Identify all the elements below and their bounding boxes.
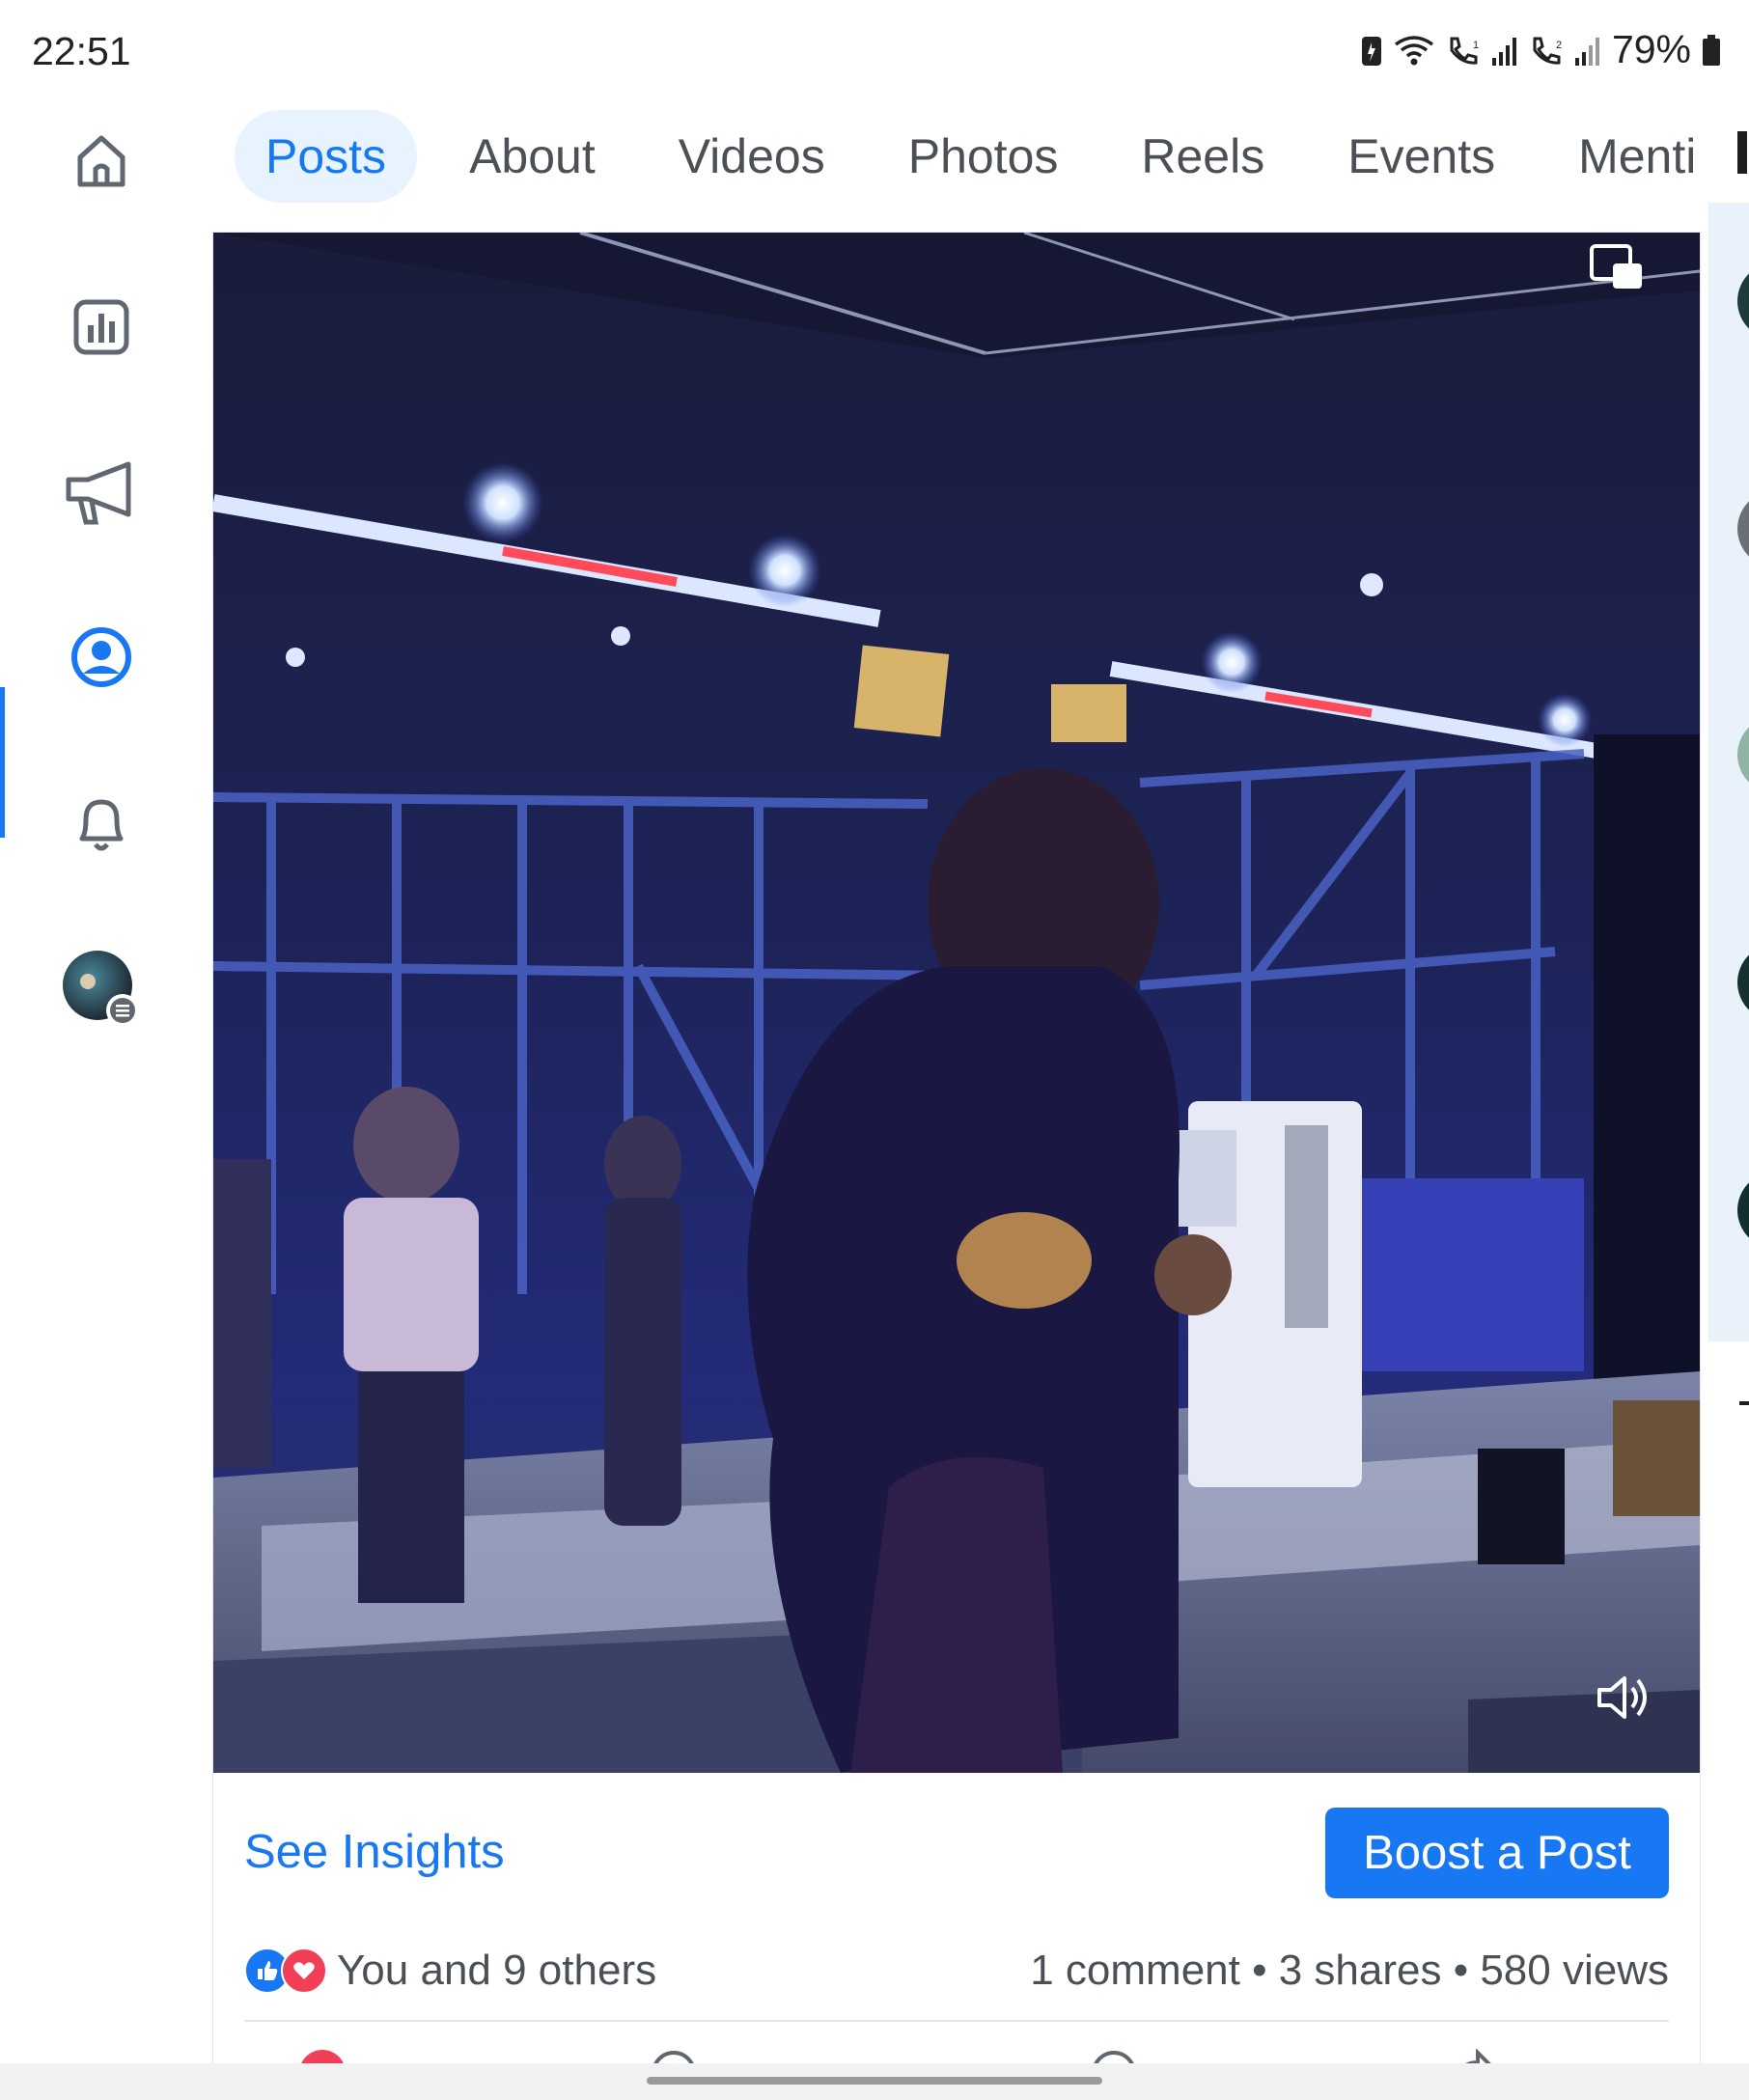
peek-avatar: [1737, 490, 1749, 567]
nav-active-indicator: [0, 687, 5, 838]
nav-profile[interactable]: [58, 614, 145, 701]
account-avatar: [63, 951, 139, 1027]
picture-in-picture-icon[interactable]: [1588, 240, 1646, 298]
bell-icon: [79, 799, 124, 851]
nav-insights[interactable]: [58, 284, 145, 371]
nav-notifications[interactable]: [58, 780, 145, 867]
call-sim1-icon: 1: [1450, 37, 1479, 65]
data-icon: [1361, 36, 1381, 66]
left-nav: [0, 104, 203, 2025]
tab-mentions[interactable]: Menti: [1547, 110, 1708, 203]
peek-avatar: [1737, 716, 1749, 793]
post-stats[interactable]: 1 comment • 3 shares • 580 views: [1030, 1947, 1669, 1995]
status-icons-group: 1 2 79%: [1359, 27, 1722, 72]
post-card: See Insights Boost a Post You and 9 othe…: [212, 232, 1701, 2066]
svg-text:2: 2: [1556, 40, 1562, 51]
signal-icon: [1574, 37, 1599, 66]
svg-text:1: 1: [1473, 40, 1479, 51]
nav-ads[interactable]: [58, 450, 145, 537]
video-frame: [213, 233, 1700, 1773]
status-time: 22:51: [32, 29, 131, 73]
battery-percent: 79%: [1611, 27, 1691, 71]
call-sim2-icon: 2: [1533, 37, 1562, 65]
peek-avatar: [1737, 1172, 1749, 1249]
peek-avatar: [1737, 944, 1749, 1021]
see-insights-link[interactable]: See Insights: [244, 1825, 505, 1879]
tab-photos[interactable]: Photos: [877, 110, 1090, 203]
megaphone-icon: [66, 461, 131, 525]
wifi-icon: [1394, 35, 1433, 65]
peek-avatar: [1737, 262, 1749, 340]
nav-home[interactable]: [58, 118, 145, 205]
love-icon: [281, 1948, 327, 1994]
tab-edge-mark: [1737, 131, 1747, 174]
right-panel-mark: [1739, 1401, 1749, 1405]
signal-icon: [1491, 37, 1516, 66]
reactions-summary[interactable]: You and 9 others: [244, 1947, 656, 1995]
tab-reels[interactable]: Reels: [1110, 110, 1295, 203]
insights-icon: [73, 299, 129, 355]
tab-videos[interactable]: Videos: [648, 110, 856, 203]
battery-icon: [1703, 34, 1720, 66]
tab-posts[interactable]: Posts: [235, 110, 418, 203]
reaction-icons: [244, 1948, 327, 1994]
post-video[interactable]: [213, 233, 1700, 1773]
home-icon: [77, 135, 125, 187]
nav-account[interactable]: [58, 946, 145, 1033]
tab-events[interactable]: Events: [1317, 110, 1526, 203]
volume-icon[interactable]: [1594, 1669, 1652, 1727]
home-indicator[interactable]: [647, 2077, 1102, 2085]
status-bar: 22:51 1 2 79%: [0, 0, 1749, 104]
profile-tabs: Posts About Videos Photos Reels Events M…: [235, 110, 1708, 203]
reactions-text: You and 9 others: [337, 1947, 657, 1994]
tab-about[interactable]: About: [438, 110, 626, 203]
right-panel-peek: [1708, 203, 1749, 1341]
profile-icon: [71, 627, 131, 687]
boost-post-button[interactable]: Boost a Post: [1325, 1808, 1669, 1898]
post-divider: [244, 2020, 1669, 2022]
profile-tabs-clip: Posts About Videos Photos Reels Events M…: [203, 97, 1708, 222]
